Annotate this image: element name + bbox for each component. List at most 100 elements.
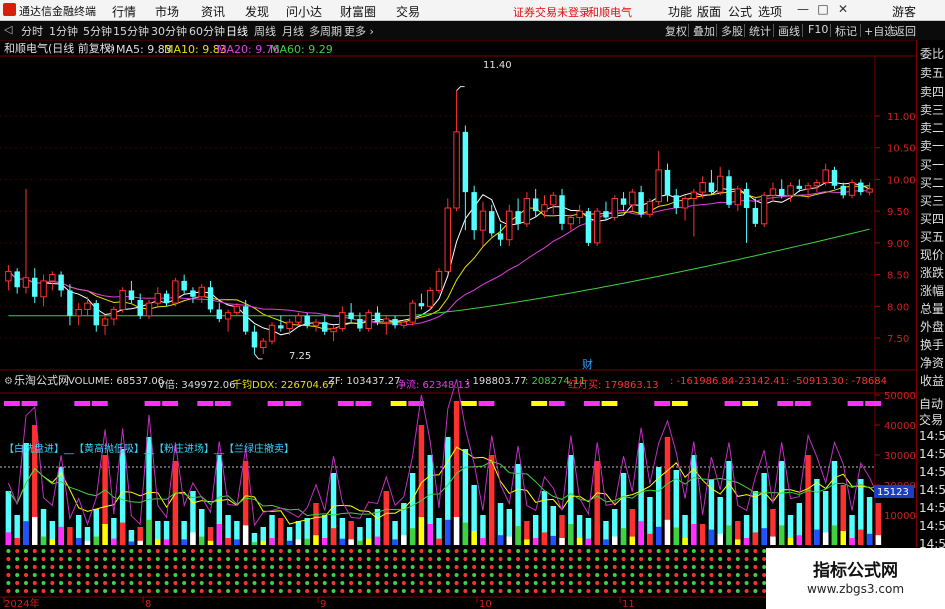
- signal-dot: [718, 557, 723, 561]
- signal-dot: [217, 573, 222, 577]
- ind-value-11: : -50913.30: [786, 376, 844, 387]
- signal-dot: [103, 565, 108, 569]
- panel-price[interactable]: 现价: [920, 246, 944, 263]
- candle-body: [268, 324, 276, 342]
- signal-dot: [50, 589, 55, 593]
- chart-canvas[interactable]: 11.00 10.50 10.00 9.50 9.00 8.50 8.00 7.50 50000…: [0, 0, 916, 609]
- signal-dot: [313, 557, 318, 561]
- signal-dot: [331, 573, 336, 577]
- candle-body: [260, 340, 267, 349]
- signal-dot: [357, 549, 362, 553]
- signal-dot: [305, 581, 310, 585]
- signal-dot: [683, 565, 688, 569]
- signal-dot: [384, 573, 389, 577]
- panel-change[interactable]: 涨跌: [920, 264, 944, 281]
- signal-dot: [683, 581, 688, 585]
- signal-dot: [428, 589, 433, 593]
- signal-dot: [683, 557, 688, 561]
- panel-sell5[interactable]: 卖五: [920, 64, 944, 81]
- signal-dot: [182, 589, 187, 593]
- signal-dot: [393, 565, 398, 569]
- status-strip-block: [162, 401, 178, 406]
- panel-eps[interactable]: 收益: [920, 372, 944, 389]
- signal-dot: [472, 573, 477, 577]
- signal-dot: [551, 589, 556, 593]
- candle-body: [681, 197, 689, 209]
- signal-dot: [375, 565, 380, 569]
- panel-outer[interactable]: 外盘: [920, 318, 944, 335]
- panel-sell3[interactable]: 卖三: [920, 101, 944, 118]
- candle-body: [224, 312, 232, 320]
- status-strip-block: [355, 401, 372, 406]
- flow-bar: [119, 522, 126, 545]
- signal-dot: [665, 557, 670, 561]
- date-axis-label: 10: [479, 599, 492, 609]
- panel-sell4[interactable]: 卖四: [920, 83, 944, 100]
- signal-dot: [155, 549, 160, 553]
- signal-dot: [489, 565, 494, 569]
- signal-dot: [129, 589, 134, 593]
- signal-dot: [94, 549, 99, 553]
- finance-marker[interactable]: 财: [582, 357, 593, 371]
- flow-bar: [708, 529, 715, 545]
- signal-dot: [542, 589, 547, 593]
- flow-bar: [32, 517, 38, 545]
- signal-dot: [419, 549, 424, 553]
- candle-body: [374, 312, 381, 323]
- signal-dot: [190, 573, 195, 577]
- signal-dot: [234, 557, 239, 561]
- signal-dot: [199, 573, 204, 577]
- panel-sell1[interactable]: 卖一: [920, 137, 944, 154]
- watermark: 指标公式网 www.zbgs3.com: [766, 548, 945, 609]
- signal-dot: [287, 573, 292, 577]
- signal-dot: [603, 589, 608, 593]
- signal-dot: [243, 589, 248, 593]
- panel-buy2[interactable]: 买二: [920, 174, 944, 191]
- price-axis-label: 8.50: [887, 271, 909, 282]
- signal-dot: [340, 573, 345, 577]
- flow-bar: [58, 526, 64, 545]
- panel-turnover[interactable]: 换手: [920, 336, 944, 353]
- panel-buy4[interactable]: 买四: [920, 210, 944, 227]
- signal-dot: [489, 581, 494, 585]
- signal-dot: [568, 565, 573, 569]
- signal-dot: [217, 549, 222, 553]
- signal-dot: [551, 557, 556, 561]
- panel-sell2[interactable]: 卖二: [920, 119, 944, 136]
- indicator-settings-icon[interactable]: ⚙: [4, 376, 13, 387]
- status-strip-block: [460, 401, 477, 406]
- date-axis-label: 11: [622, 599, 635, 609]
- panel-change-pct[interactable]: 涨幅: [920, 282, 944, 299]
- flow-bar: [137, 540, 143, 545]
- kline-settings-icon[interactable]: ⚙: [105, 44, 114, 55]
- panel-nav[interactable]: 净资: [920, 354, 944, 371]
- price-axis-label: 7.50: [887, 334, 909, 345]
- signal-dot: [366, 557, 371, 561]
- panel-volume[interactable]: 总量: [920, 300, 944, 317]
- signal-dot: [735, 581, 740, 585]
- signal-dot: [15, 557, 20, 561]
- status-strip-block: [671, 401, 688, 406]
- watermark-title: 指标公式网: [813, 561, 898, 581]
- panel-buy1[interactable]: 买一: [920, 156, 944, 173]
- panel-weibi[interactable]: 委比: [920, 45, 944, 62]
- signal-dot: [718, 581, 723, 585]
- candle-body: [137, 299, 143, 316]
- panel-buy5[interactable]: 买五: [920, 228, 944, 245]
- signal-dot: [472, 581, 477, 585]
- signal-dot: [480, 589, 485, 593]
- signal-dot: [630, 581, 635, 585]
- panel-auto[interactable]: 自动: [919, 395, 943, 412]
- signal-dot: [700, 581, 705, 585]
- signal-dot: [76, 549, 81, 553]
- flow-bar: [225, 538, 231, 545]
- panel-trade[interactable]: 交易: [919, 411, 943, 428]
- signal-dot: [630, 589, 635, 593]
- panel-buy3[interactable]: 买三: [920, 192, 944, 209]
- signal-dot: [454, 557, 459, 561]
- signal-dot: [226, 557, 231, 561]
- signal-dot: [67, 549, 72, 553]
- signal-dot: [94, 581, 99, 585]
- signal-dot: [674, 565, 679, 569]
- signal-dot: [542, 549, 547, 553]
